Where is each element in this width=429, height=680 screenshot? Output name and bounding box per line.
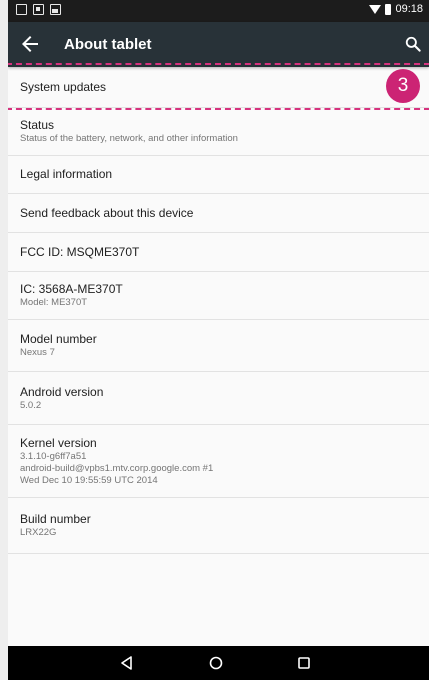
battery-icon bbox=[385, 3, 392, 15]
list-item-ic[interactable]: IC: 3568A-ME370T Model: ME370T bbox=[8, 272, 429, 320]
tablet-screen: 09:18 About tablet System updates Status… bbox=[8, 0, 429, 680]
photo-icon bbox=[50, 4, 61, 15]
item-title: IC: 3568A-ME370T bbox=[20, 282, 123, 296]
status-time: 09:18 bbox=[395, 3, 423, 15]
list-item-legal-information[interactable]: Legal information bbox=[8, 156, 429, 194]
back-triangle-icon[interactable] bbox=[119, 655, 135, 671]
item-summary: Status of the battery, network, and othe… bbox=[20, 133, 238, 144]
recents-square-icon[interactable] bbox=[296, 655, 312, 671]
status-right-icons: 09:18 bbox=[369, 3, 423, 15]
item-title: FCC ID: MSQME370T bbox=[20, 244, 140, 259]
list-item-status[interactable]: Status Status of the battery, network, a… bbox=[8, 108, 429, 156]
list-item-android-version[interactable]: Android version 5.0.2 bbox=[8, 372, 429, 425]
page-title: About tablet bbox=[64, 36, 152, 53]
screenshot-icon bbox=[16, 4, 27, 15]
item-title: Build number bbox=[20, 512, 91, 526]
item-title: System updates bbox=[20, 79, 107, 94]
item-summary-line: Wed Dec 10 19:55:59 UTC 2014 bbox=[20, 474, 158, 486]
item-summary-line: 3.1.10-g6ff7a51 bbox=[20, 450, 87, 462]
list-item-build-number[interactable]: Build number LRX22G bbox=[8, 498, 429, 554]
list-item-send-feedback[interactable]: Send feedback about this device bbox=[8, 194, 429, 233]
item-summary: LRX22G bbox=[20, 527, 57, 538]
status-bar: 09:18 bbox=[8, 0, 429, 22]
list-item-fcc-id[interactable]: FCC ID: MSQME370T bbox=[8, 233, 429, 272]
arrow-left-icon[interactable] bbox=[18, 32, 42, 56]
list-item-kernel-version[interactable]: Kernel version 3.1.10-g6ff7a51 android-b… bbox=[8, 425, 429, 498]
action-bar: About tablet bbox=[8, 22, 429, 67]
item-title: Status bbox=[20, 118, 55, 132]
item-title: Legal information bbox=[20, 167, 113, 181]
navigation-bar bbox=[8, 646, 429, 680]
item-title: Android version bbox=[20, 384, 104, 399]
status-left-icons bbox=[16, 4, 61, 15]
list-item-system-updates[interactable]: System updates bbox=[8, 67, 429, 108]
item-summary: Model: ME370T bbox=[20, 297, 88, 308]
item-title: Send feedback about this device bbox=[20, 205, 194, 220]
search-icon[interactable] bbox=[403, 34, 423, 54]
item-title: Kernel version bbox=[20, 435, 97, 450]
item-summary: Nexus 7 bbox=[20, 347, 55, 358]
wifi-icon bbox=[369, 4, 382, 14]
item-title: Model number bbox=[20, 332, 97, 346]
step-number-badge: 3 bbox=[386, 69, 420, 103]
item-summary-line: android-build@vpbs1.mtv.corp.google.com … bbox=[20, 462, 214, 474]
list-item-model-number[interactable]: Model number Nexus 7 bbox=[8, 320, 429, 372]
home-circle-icon[interactable] bbox=[208, 655, 224, 671]
notification-icon bbox=[33, 4, 44, 15]
item-summary: 5.0.2 bbox=[20, 399, 42, 411]
about-settings-list: System updates Status Status of the batt… bbox=[8, 67, 429, 554]
